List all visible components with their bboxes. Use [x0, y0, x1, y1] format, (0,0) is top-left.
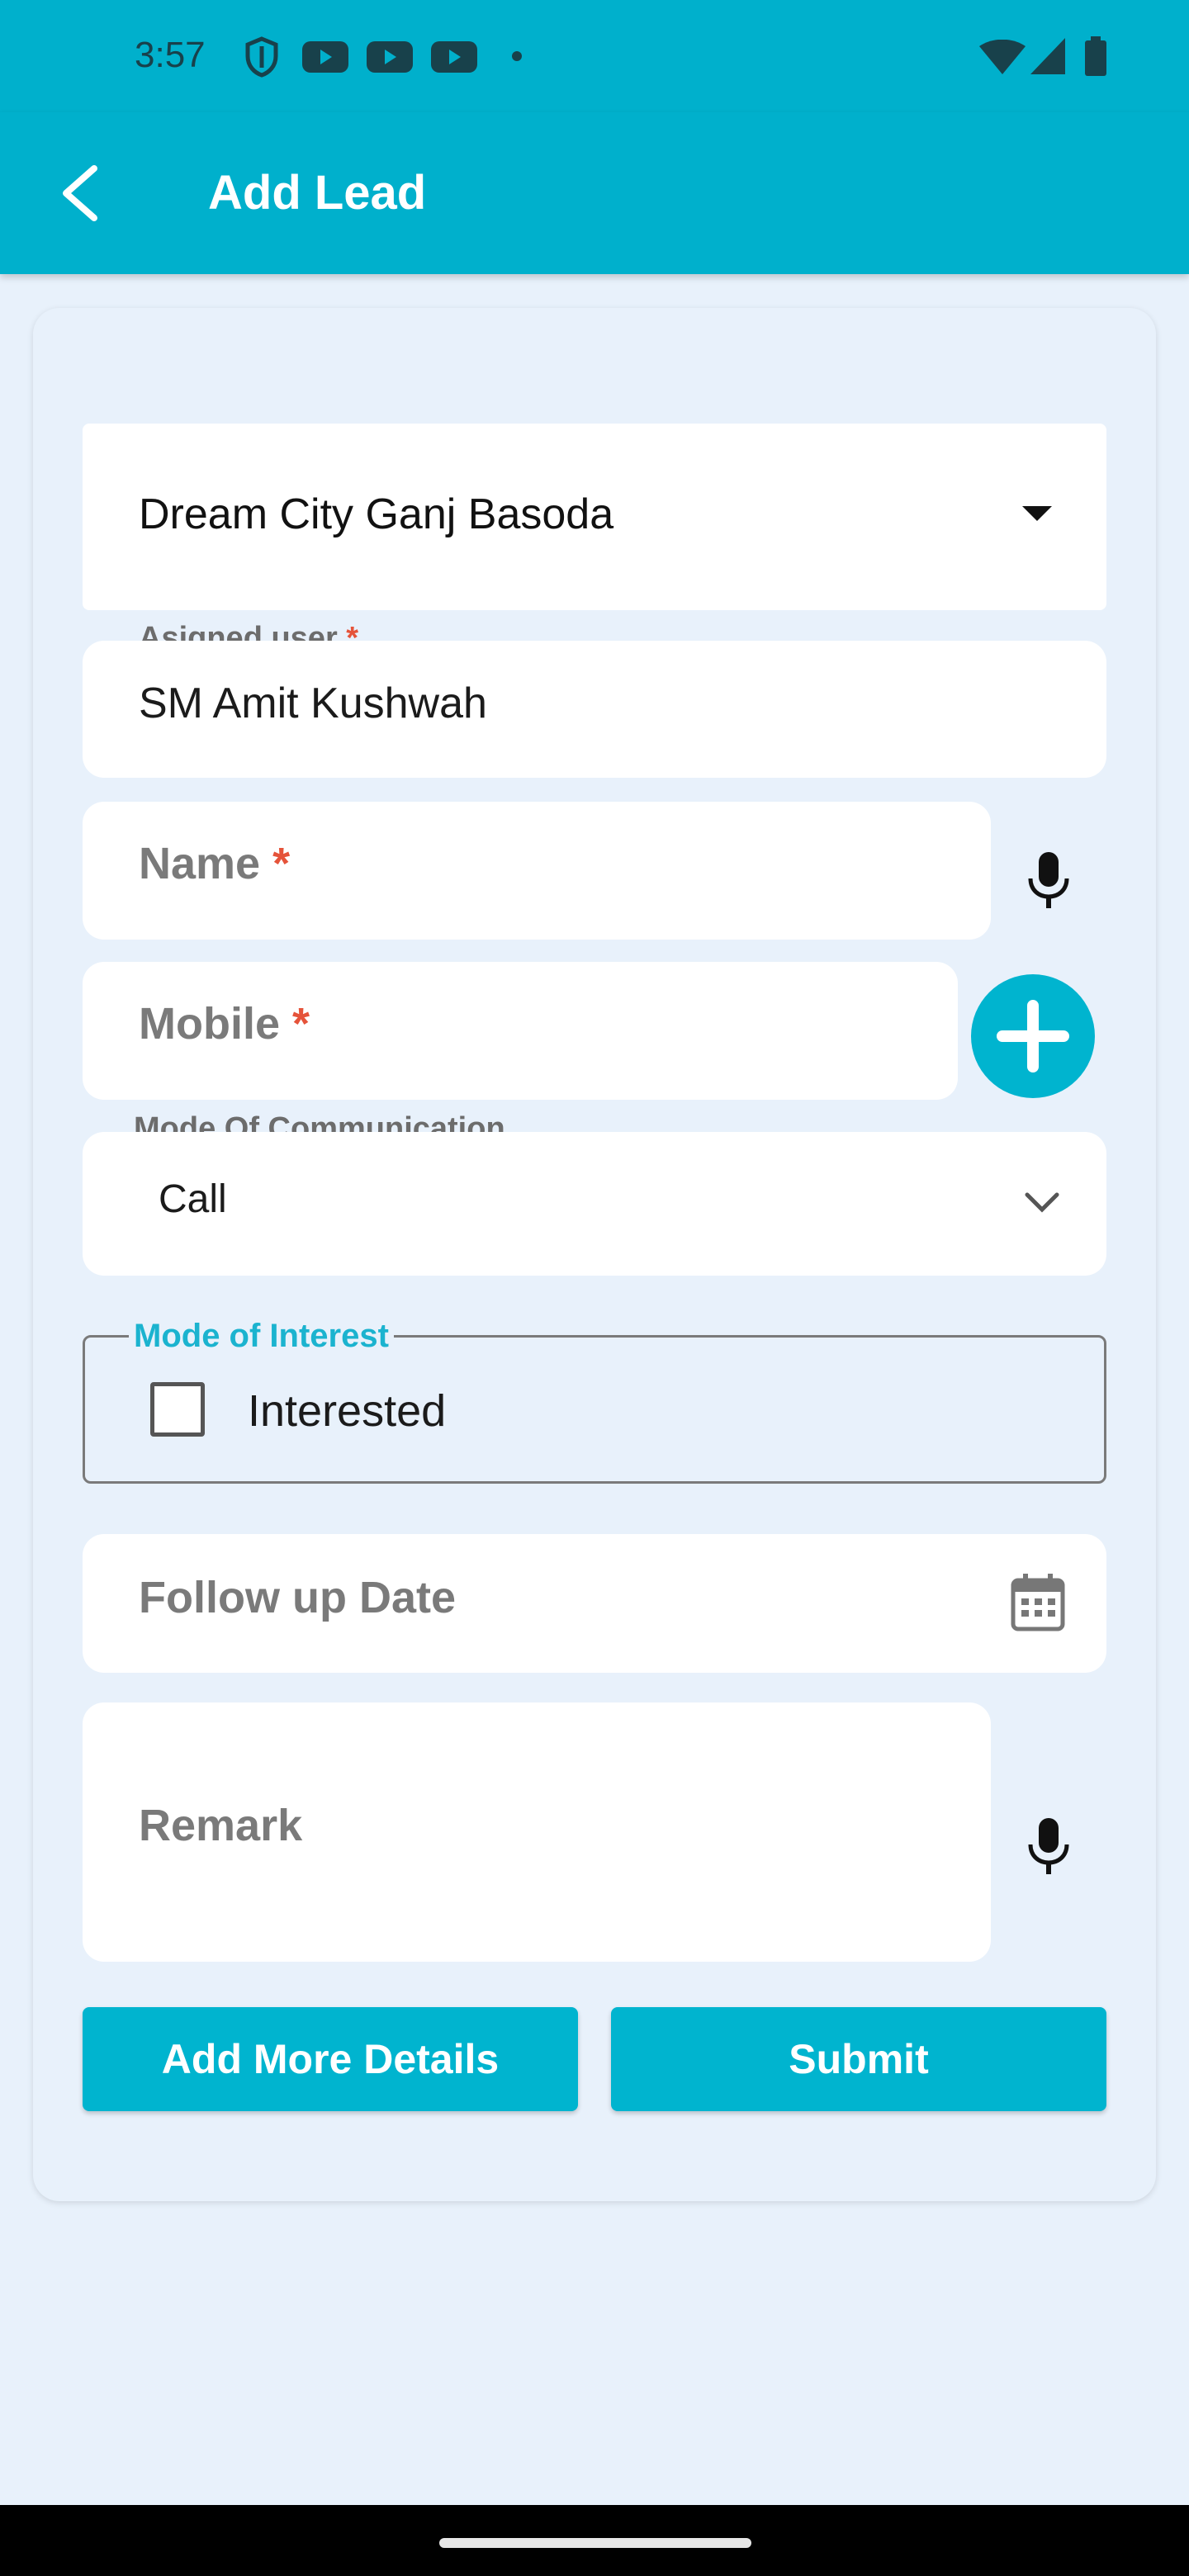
remark-input[interactable]: Remark: [83, 1702, 991, 1962]
dot-icon: [512, 51, 522, 61]
add-mobile-button[interactable]: [971, 974, 1095, 1098]
submit-button[interactable]: Submit: [611, 2007, 1106, 2111]
project-dropdown[interactable]: Dream City Ganj Basoda: [83, 424, 1106, 610]
microphone-icon[interactable]: [1027, 1816, 1070, 1876]
shield-icon: [245, 36, 278, 78]
youtube-icon: [431, 41, 477, 73]
status-bar: 3:57: [0, 0, 1189, 112]
microphone-icon[interactable]: [1027, 850, 1070, 910]
youtube-icon: [367, 41, 413, 73]
arrow-back-icon[interactable]: [58, 163, 107, 223]
signal-icon: [1030, 38, 1065, 74]
status-time: 3:57: [135, 35, 206, 75]
youtube-icon: [302, 41, 348, 73]
interested-checkbox[interactable]: [150, 1382, 205, 1437]
battery-icon: [1085, 36, 1106, 76]
caret-down-icon: [1022, 506, 1052, 521]
mobile-input[interactable]: Mobile *: [83, 962, 958, 1100]
mode-of-communication-value: Call: [159, 1177, 227, 1221]
system-navigation-bar: [0, 2505, 1189, 2576]
name-placeholder: Name *: [139, 839, 291, 888]
app-bar: Add Lead: [0, 112, 1189, 274]
chevron-down-icon: [1025, 1192, 1059, 1213]
follow-up-date-input[interactable]: Follow up Date: [83, 1534, 1106, 1673]
mode-of-interest-legend: Mode of Interest: [129, 1318, 394, 1355]
remark-placeholder: Remark: [139, 1801, 303, 1850]
project-value: Dream City Ganj Basoda: [139, 490, 614, 538]
follow-up-date-placeholder: Follow up Date: [139, 1573, 456, 1622]
name-input[interactable]: Name *: [83, 802, 991, 940]
assigned-user-value: SM Amit Kushwah: [139, 680, 487, 727]
add-more-details-button[interactable]: Add More Details: [83, 2007, 578, 2111]
mode-of-communication-select[interactable]: Call: [83, 1132, 1106, 1276]
mode-of-interest-group: [83, 1335, 1106, 1484]
page-title: Add Lead: [208, 166, 427, 220]
interested-label[interactable]: Interested: [248, 1385, 446, 1437]
home-handle[interactable]: [439, 2538, 751, 2548]
mobile-placeholder: Mobile *: [139, 999, 310, 1049]
calendar-icon[interactable]: [1011, 1572, 1065, 1631]
wifi-icon: [979, 40, 1026, 74]
assigned-user-field[interactable]: SM Amit Kushwah: [83, 641, 1106, 778]
